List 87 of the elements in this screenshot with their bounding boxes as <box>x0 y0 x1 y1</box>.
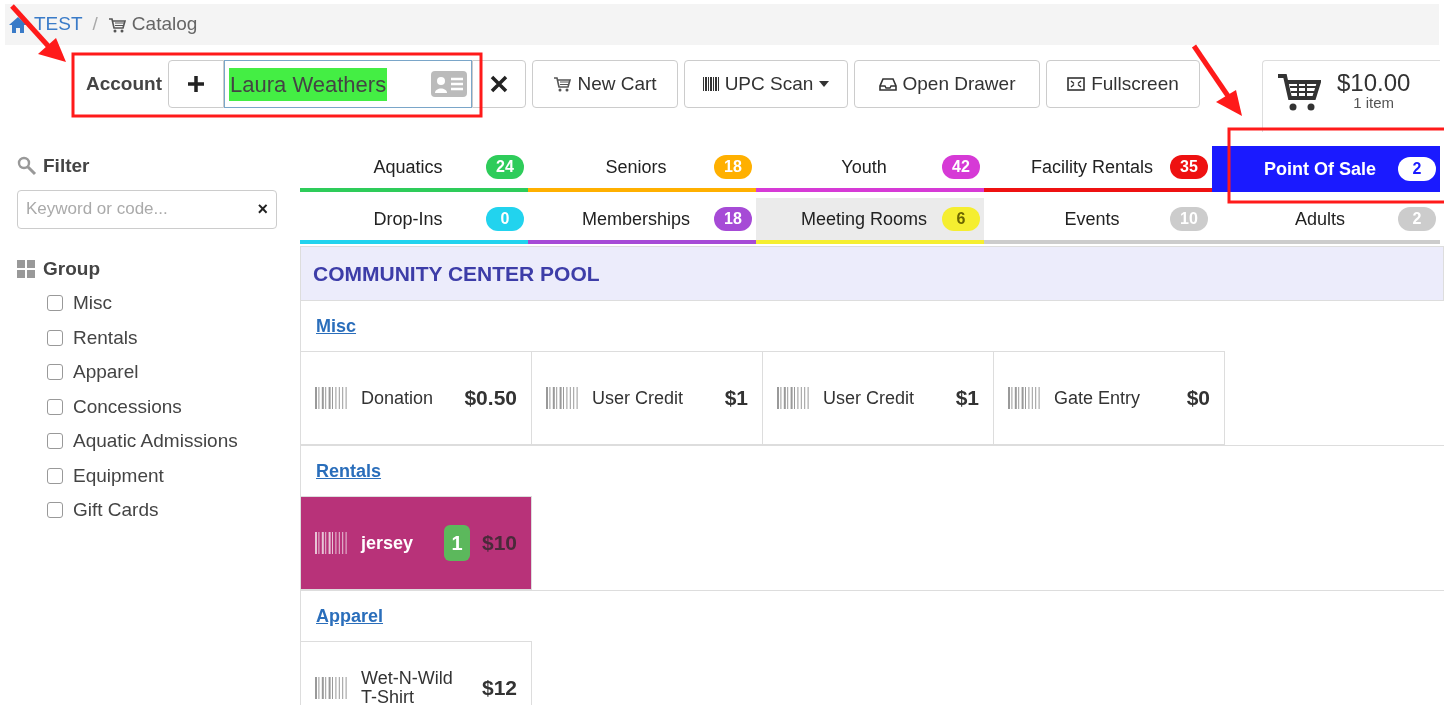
barcode-icon <box>315 532 349 554</box>
clear-icon[interactable]: × <box>257 195 268 223</box>
barcode-icon <box>315 677 349 699</box>
checkbox[interactable] <box>47 364 63 381</box>
count-badge: 18 <box>714 155 752 179</box>
product-name: User Credit <box>592 388 685 408</box>
group-option: Equipment <box>73 461 164 490</box>
fullscreen-icon <box>1067 77 1086 91</box>
count-badge: 0 <box>486 207 524 231</box>
checkbox[interactable] <box>47 398 63 415</box>
account-field[interactable]: Laura Weathers <box>224 60 472 108</box>
category-tab[interactable]: Aquatics 24 <box>300 146 528 192</box>
category-tab[interactable]: Meeting Rooms 6 <box>756 198 984 244</box>
product-price: $1 <box>955 385 979 412</box>
product-tile[interactable]: Donation $0.50 <box>300 351 532 445</box>
count-badge: 6 <box>942 207 980 231</box>
product-price: $10 <box>481 530 517 557</box>
toolbar-button[interactable]: Open Drawer <box>854 60 1040 108</box>
quantity-badge: 1 <box>443 525 470 561</box>
toolbar-button[interactable]: UPC Scan <box>684 60 848 108</box>
category-tab[interactable]: Seniors 18 <box>528 146 756 192</box>
product-price: $0.50 <box>464 385 517 412</box>
product-name: User Credit <box>823 388 916 408</box>
barcode-icon <box>702 76 719 92</box>
section-link[interactable]: Misc <box>316 312 357 340</box>
barcode-icon <box>546 387 580 409</box>
checkbox[interactable] <box>47 329 63 346</box>
breadcrumb-link[interactable]: Catalog <box>131 10 198 39</box>
product-tile[interactable]: User Credit $1 <box>762 351 994 445</box>
barcode-icon <box>315 387 349 409</box>
checkbox[interactable] <box>47 433 63 450</box>
search-icon <box>17 156 37 177</box>
count-badge: 18 <box>714 207 752 231</box>
group-option: Aquatic Admissions <box>73 427 238 456</box>
cart-item-count: 1 item <box>1353 95 1395 110</box>
checkbox[interactable] <box>47 295 63 312</box>
product-tile[interactable]: User Credit $1 <box>531 351 763 445</box>
breadcrumb-separator: / <box>92 12 98 37</box>
group-option: Rentals <box>73 323 138 352</box>
clear-button[interactable] <box>472 60 526 108</box>
category-tab[interactable]: Youth 42 <box>756 146 984 192</box>
product-tile[interactable]: jersey 1 $10 <box>300 496 532 590</box>
product-price: $12 <box>481 675 517 702</box>
plus-icon <box>187 75 205 93</box>
group-option: Apparel <box>73 358 139 387</box>
product-price: $0 <box>1186 385 1210 412</box>
grid-icon <box>17 259 35 278</box>
home-icon <box>8 15 28 34</box>
id-card-icon <box>431 71 467 97</box>
filter-heading: Filter <box>43 154 90 178</box>
group-option: Concessions <box>73 392 182 421</box>
drawer-icon <box>878 77 897 91</box>
toolbar-button[interactable]: Fullscreen <box>1046 60 1200 108</box>
group-option: Misc <box>73 289 113 318</box>
checkbox[interactable] <box>47 502 63 519</box>
toolbar-button[interactable]: New Cart <box>532 60 678 108</box>
caret-icon <box>819 81 830 87</box>
cart-icon <box>553 76 572 92</box>
product-name: Donation <box>361 388 435 408</box>
cart-icon <box>1277 71 1321 112</box>
section-link[interactable]: Apparel <box>316 602 384 630</box>
product-tile[interactable]: Gate Entry $0 <box>993 351 1225 445</box>
product-tile[interactable]: Wet-N-Wild T-Shirt $12 <box>300 641 532 705</box>
cart-icon <box>107 16 126 33</box>
group-heading: Group <box>43 256 100 281</box>
breadcrumb-link[interactable]: TEST <box>34 10 83 39</box>
product-name: Wet-N-Wild T-Shirt <box>361 669 454 705</box>
cart-total: $10.00 <box>1337 71 1411 95</box>
category-tab[interactable]: Point Of Sale 2 <box>1212 146 1440 192</box>
count-badge: 42 <box>942 155 980 179</box>
barcode-icon <box>777 387 811 409</box>
count-badge: 24 <box>486 155 524 179</box>
count-badge: 2 <box>1398 157 1436 181</box>
arrow <box>1191 44 1242 116</box>
product-name: jersey <box>361 533 415 553</box>
close-icon <box>490 75 508 93</box>
section-link[interactable]: Rentals <box>316 457 382 485</box>
product-name: Gate Entry <box>1054 388 1142 408</box>
count-badge: 35 <box>1170 155 1208 179</box>
barcode-icon <box>1008 387 1042 409</box>
checkbox[interactable] <box>47 467 63 484</box>
filter-field[interactable]: Keyword or code... × <box>17 189 277 229</box>
account-label: Account <box>86 71 162 96</box>
product-price: $1 <box>724 385 748 412</box>
group-option: Gift Cards <box>73 496 159 525</box>
add-button[interactable] <box>168 60 224 108</box>
catalog-header: COMMUNITY CENTER POOL <box>300 246 1444 301</box>
